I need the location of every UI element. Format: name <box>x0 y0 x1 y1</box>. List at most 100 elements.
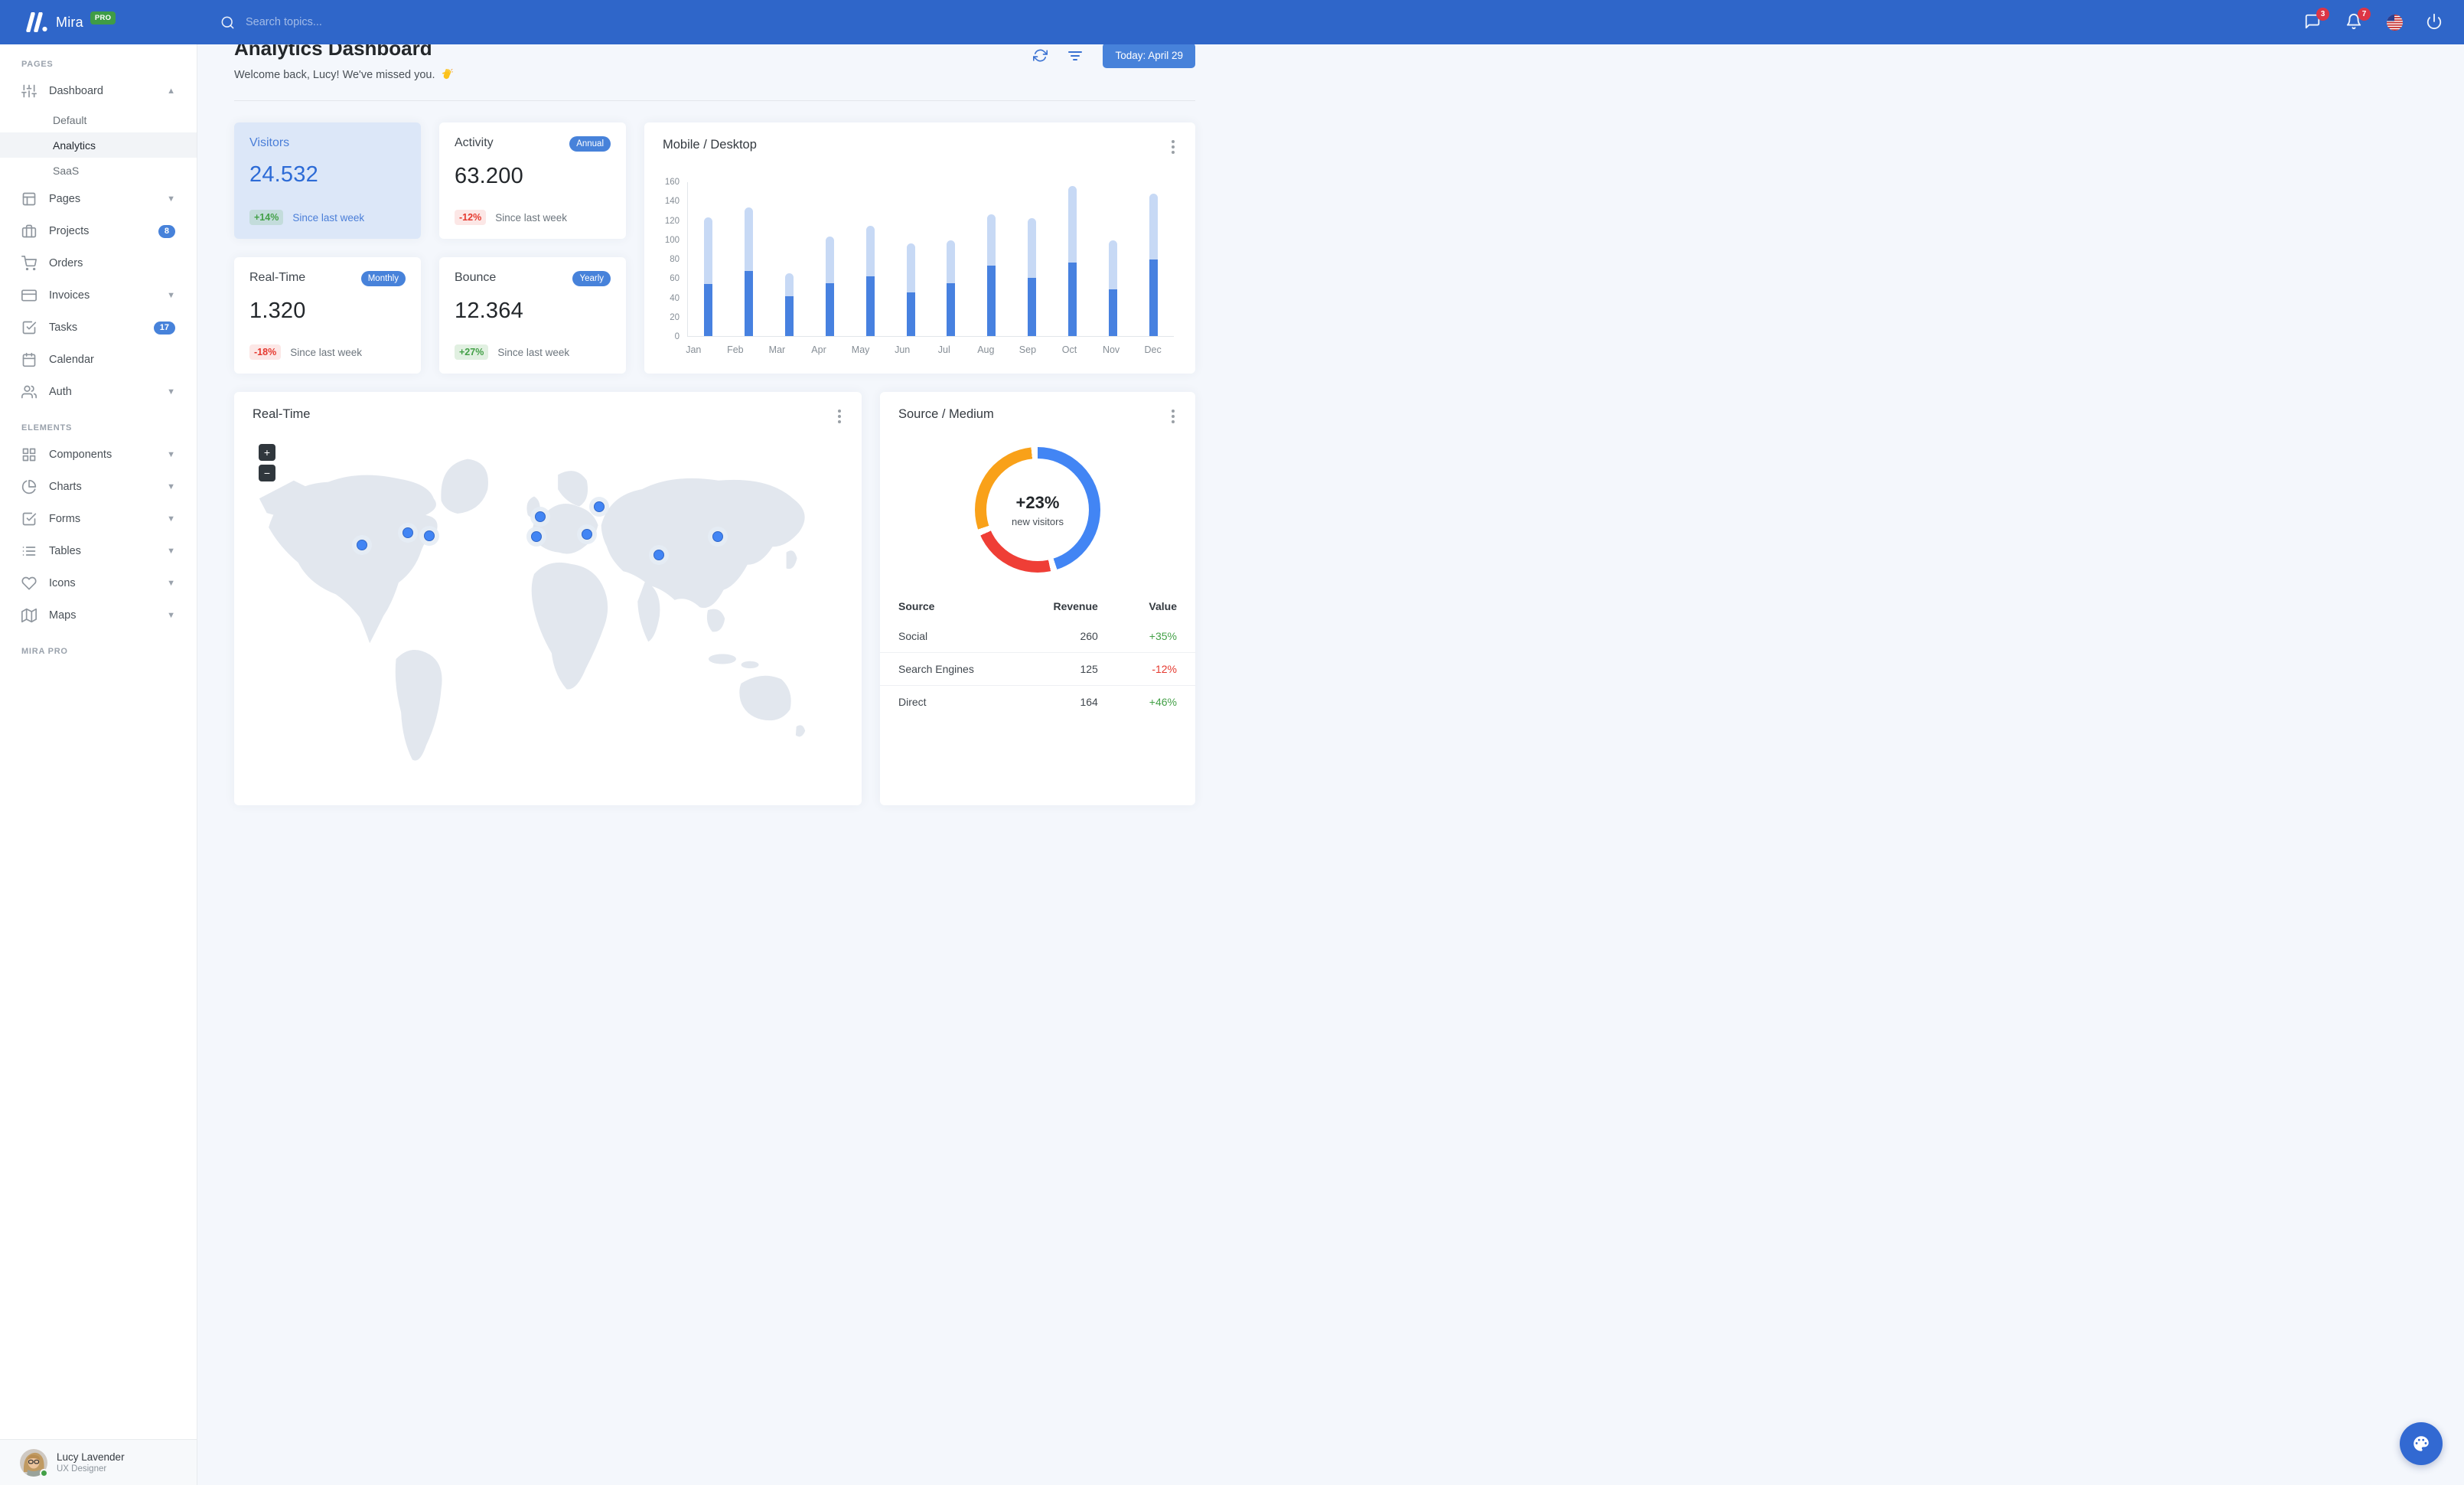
bar-column[interactable] <box>1052 182 1093 336</box>
y-axis-tick: 40 <box>670 293 680 303</box>
y-axis-tick: 100 <box>664 235 680 245</box>
bar-column[interactable] <box>891 182 931 336</box>
y-axis-tick: 160 <box>664 178 680 187</box>
x-axis-label: Jun <box>895 344 911 355</box>
sidebar-item-icons[interactable]: Icons ▼ <box>0 567 197 599</box>
briefcase-icon <box>21 224 37 238</box>
source-cell: Social <box>898 630 928 642</box>
notifications-button[interactable]: 7 <box>2345 8 2371 31</box>
map-zoom-out-button[interactable]: − <box>259 465 275 481</box>
change-chip: +27% <box>455 344 489 360</box>
card-menu-button[interactable] <box>836 407 843 426</box>
x-axis-label: Dec <box>1144 344 1162 355</box>
pie-chart-icon <box>21 479 37 494</box>
users-icon <box>21 385 37 399</box>
sidebar-item-charts[interactable]: Charts ▼ <box>0 471 197 503</box>
column-header-source[interactable]: Source <box>880 592 1017 620</box>
bar-column[interactable] <box>1012 182 1052 336</box>
sidebar-item-pages[interactable]: Pages ▼ <box>0 183 197 215</box>
filter-button[interactable] <box>1067 49 1083 63</box>
search-input[interactable] <box>246 16 475 28</box>
sidebar-subitem-analytics[interactable]: Analytics <box>0 132 197 158</box>
value-cell: +46% <box>1116 685 1195 718</box>
sidebar-user[interactable]: Lucy Lavender UX Designer <box>0 1439 197 1485</box>
sidebar-item-orders[interactable]: Orders <box>0 247 197 279</box>
sidebar-item-tasks[interactable]: Tasks 17 <box>0 312 197 344</box>
date-range-button[interactable]: Today: April 29 <box>1103 43 1195 68</box>
realtime-map-card: Real-Time + − <box>234 392 862 805</box>
map-marker[interactable] <box>576 524 597 545</box>
map-marker[interactable] <box>530 506 551 527</box>
sidebar-item-tables[interactable]: Tables ▼ <box>0 535 197 567</box>
bar-column[interactable] <box>810 182 850 336</box>
sidebar-item-maps[interactable]: Maps ▼ <box>0 599 197 632</box>
world-map[interactable]: + − <box>234 430 862 790</box>
period-badge[interactable]: Yearly <box>572 271 611 286</box>
sidebar-item-label: Icons <box>49 577 76 589</box>
column-header-revenue[interactable]: Revenue <box>1017 592 1116 620</box>
sidebar-item-invoices[interactable]: Invoices ▼ <box>0 279 197 312</box>
chart-title: Mobile / Desktop <box>663 138 757 152</box>
map-marker[interactable] <box>419 526 440 547</box>
revenue-cell: 164 <box>1017 685 1116 718</box>
sidebar-item-dashboard[interactable]: Dashboard ▲ <box>0 75 197 107</box>
chevron-down-icon: ▼ <box>167 579 175 588</box>
sidebar: PAGES Dashboard ▲ Default Analytics SaaS… <box>0 44 197 1485</box>
bar-months: Jan Feb Mar Apr May Jun Jul Aug Sep Oct Nov Dec <box>673 344 1174 355</box>
bar-column[interactable] <box>1093 182 1133 336</box>
chevron-down-icon: ▼ <box>167 291 175 300</box>
sidebar-item-projects[interactable]: Projects 8 <box>0 215 197 247</box>
card-menu-button[interactable] <box>1169 407 1177 426</box>
bar-column[interactable] <box>1133 182 1174 336</box>
table-row[interactable]: Search Engines 125 -12% <box>880 652 1195 686</box>
bar-column[interactable] <box>850 182 891 336</box>
sidebar-subitem-default[interactable]: Default <box>0 107 197 132</box>
sidebar-item-calendar[interactable]: Calendar <box>0 344 197 376</box>
calendar-icon <box>22 352 36 367</box>
bar-column[interactable] <box>688 182 728 336</box>
bar-column[interactable] <box>769 182 810 336</box>
sidebar-item-forms[interactable]: Forms ▼ <box>0 503 197 535</box>
map-zoom-in-button[interactable]: + <box>259 444 275 461</box>
sidebar-item-auth[interactable]: Auth ▼ <box>0 376 197 408</box>
brand[interactable]: Mira PRO <box>0 11 197 32</box>
theme-settings-fab[interactable] <box>2400 1422 2443 1465</box>
bar-column[interactable] <box>971 182 1012 336</box>
sidebar-subitem-saas[interactable]: SaaS <box>0 158 197 183</box>
map-marker[interactable] <box>526 527 547 547</box>
projects-count-badge: 8 <box>158 224 175 238</box>
map-marker[interactable] <box>352 535 373 556</box>
y-axis-tick: 80 <box>670 255 680 264</box>
map-marker[interactable] <box>649 544 670 565</box>
change-chip: -18% <box>249 344 282 360</box>
messages-button[interactable]: 3 <box>2304 8 2329 31</box>
period-badge[interactable]: Monthly <box>360 271 406 286</box>
search-bar[interactable] <box>220 15 2304 30</box>
stat-card-realtime: Real-Time Monthly 1.320 -18% Since last … <box>234 257 421 374</box>
stat-caption: Since last week <box>292 211 365 224</box>
bar-plot <box>687 182 1174 337</box>
bar-column[interactable] <box>728 182 769 336</box>
stat-value: 63.200 <box>455 164 523 188</box>
change-chip: -12% <box>455 210 487 225</box>
source-table-body: Social 260 +35% Search Engines 125 -12% Direct… <box>880 620 1195 718</box>
map-marker[interactable] <box>589 496 610 517</box>
refresh-button[interactable] <box>1033 48 1048 63</box>
column-header-value[interactable]: Value <box>1116 592 1195 620</box>
period-badge[interactable]: Annual <box>569 136 611 152</box>
y-axis-tick: 140 <box>664 197 680 207</box>
map-marker[interactable] <box>708 527 728 547</box>
table-row[interactable]: Social 260 +35% <box>880 620 1195 653</box>
messages-count-badge: 3 <box>2316 8 2329 21</box>
map-marker[interactable] <box>398 522 419 543</box>
stat-caption: Since last week <box>497 346 570 358</box>
stat-value: 1.320 <box>249 299 306 323</box>
bar-column[interactable] <box>931 182 972 336</box>
language-flag-button[interactable] <box>2387 14 2403 31</box>
sidebar-item-components[interactable]: Components ▼ <box>0 439 197 471</box>
credit-card-icon <box>21 289 37 302</box>
table-row[interactable]: Direct 164 +46% <box>880 685 1195 718</box>
logout-button[interactable] <box>2426 13 2444 31</box>
stat-value: 12.364 <box>455 299 523 323</box>
card-menu-button[interactable] <box>1169 138 1177 156</box>
